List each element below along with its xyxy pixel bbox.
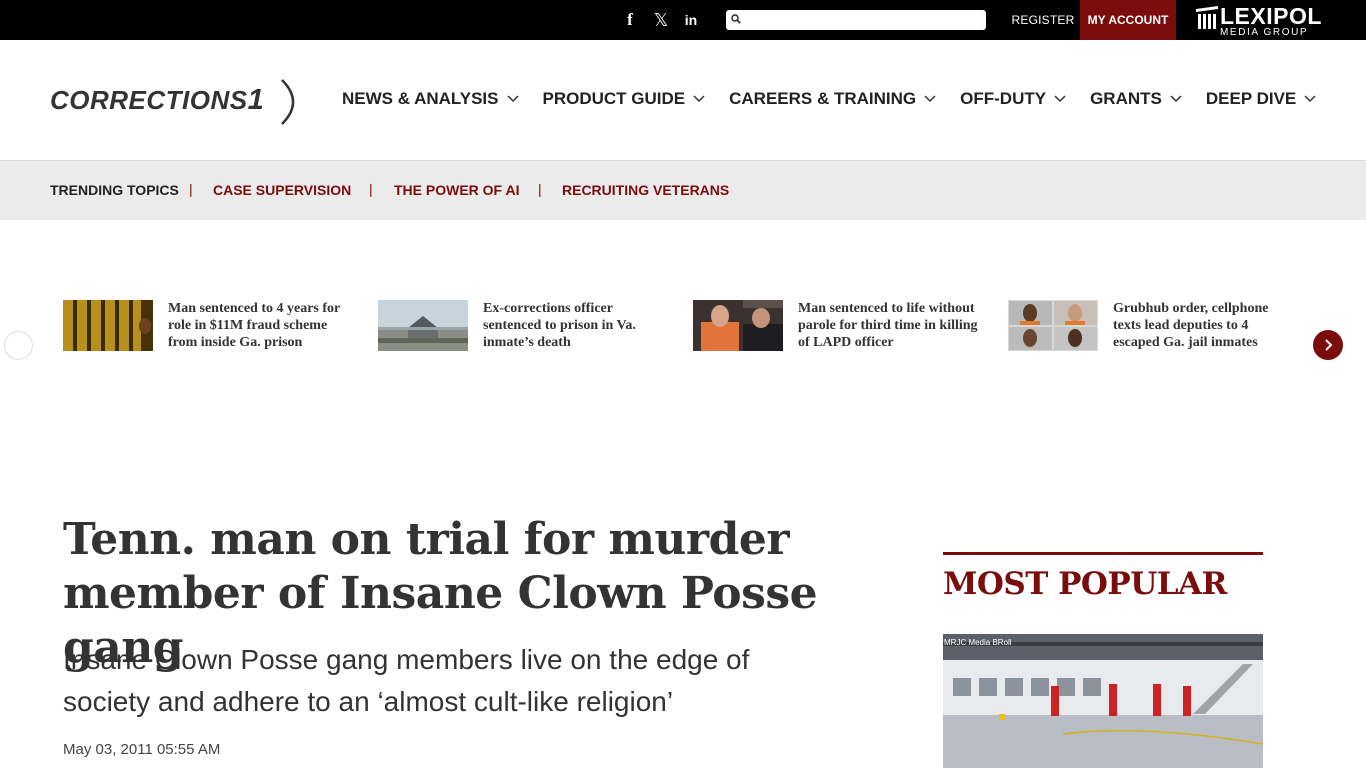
story-thumbnail [693, 300, 783, 351]
register-link[interactable]: REGISTER [1006, 0, 1080, 40]
story-title: Grubhub order, cellphone texts lead depu… [1113, 301, 1269, 350]
chevron-down-icon [506, 95, 519, 103]
search-input[interactable] [726, 10, 986, 30]
my-account-button[interactable]: MY ACCOUNT [1080, 0, 1176, 40]
logo-text: CORRECTIONS1 [50, 84, 265, 116]
trending-topic-power-of-ai[interactable]: THE POWER OF AI [394, 182, 519, 198]
nav-news-analysis[interactable]: NEWS & ANALYSIS [342, 88, 519, 110]
separator: | [189, 181, 193, 197]
carousel-story[interactable]: Man sentenced to 4 years for role in $11… [63, 300, 363, 370]
most-popular-photo [943, 634, 1263, 768]
main-nav: NEWS & ANALYSIS PRODUCT GUIDE CAREERS & … [342, 88, 1340, 110]
carousel-story[interactable]: Grubhub order, cellphone texts lead depu… [1008, 300, 1308, 370]
lexipol-logo[interactable]: LEXIPOL MEDIA GROUP [1194, 3, 1324, 38]
chevron-down-icon [924, 95, 936, 103]
search-icon [731, 14, 741, 24]
chevron-down-icon [1054, 95, 1066, 103]
most-popular-heading: MOST POPULAR [943, 566, 1227, 602]
chevron-right-icon [1325, 339, 1333, 351]
article-date: May 03, 2011 05:55 AM [63, 741, 221, 758]
lexipol-mark-icon [1196, 6, 1218, 29]
separator: | [538, 181, 542, 197]
trending-label: TRENDING TOPICS [50, 182, 179, 198]
site-header: CORRECTIONS1 NEWS & ANALYSIS PRODUCT GUI… [0, 40, 1366, 160]
nav-product-guide[interactable]: PRODUCT GUIDE [543, 88, 706, 110]
lexipol-name: LEXIPOL [1220, 3, 1322, 29]
separator: | [369, 181, 373, 197]
lexipol-subtitle: MEDIA GROUP [1220, 27, 1309, 38]
article-dek: Insane Clown Posse gang members live on … [63, 644, 750, 717]
story-thumbnail [63, 300, 153, 351]
carousel-story[interactable]: Man sentenced to life without parole for… [693, 300, 993, 370]
trending-topics-bar: TRENDING TOPICS | CASE SUPERVISION | THE… [0, 160, 1366, 220]
nav-deep-dive[interactable]: DEEP DIVE [1206, 88, 1316, 110]
carousel-prev-button[interactable] [4, 331, 33, 360]
story-thumbnail [1008, 300, 1098, 351]
image-caption: MRJC Media BRoll [944, 638, 1012, 647]
facebook-icon[interactable]: f [620, 10, 640, 30]
story-thumbnail [378, 300, 468, 351]
carousel-story[interactable]: Ex-corrections officer sentenced to pris… [378, 300, 678, 370]
top-bar: f 𝕏 in REGISTER MY ACCOUNT LEXIPOL MEDIA… [0, 0, 1366, 40]
most-popular-rule [943, 552, 1263, 555]
chevron-down-icon [1304, 95, 1316, 103]
linkedin-icon[interactable]: in [681, 10, 701, 30]
corrections1-logo[interactable]: CORRECTIONS1 [50, 78, 310, 126]
x-icon[interactable]: 𝕏 [650, 10, 672, 31]
nav-off-duty[interactable]: OFF-DUTY [960, 88, 1066, 110]
trending-topic-case-supervision[interactable]: CASE SUPERVISION [213, 182, 351, 198]
chevron-down-icon [1170, 95, 1182, 103]
story-title: Ex-corrections officer sentenced to pris… [483, 301, 636, 350]
chevron-down-icon [693, 95, 705, 103]
logo-arc-icon [281, 79, 295, 125]
carousel-next-button[interactable] [1313, 330, 1343, 360]
trending-topic-recruiting-veterans[interactable]: RECRUITING VETERANS [562, 182, 729, 198]
nav-careers-training[interactable]: CAREERS & TRAINING [729, 88, 936, 110]
most-popular-image[interactable]: MRJC Media BRoll [943, 634, 1263, 768]
story-title: Man sentenced to life without parole for… [798, 301, 978, 350]
nav-grants[interactable]: GRANTS [1090, 88, 1182, 110]
story-title: Man sentenced to 4 years for role in $11… [168, 301, 340, 350]
